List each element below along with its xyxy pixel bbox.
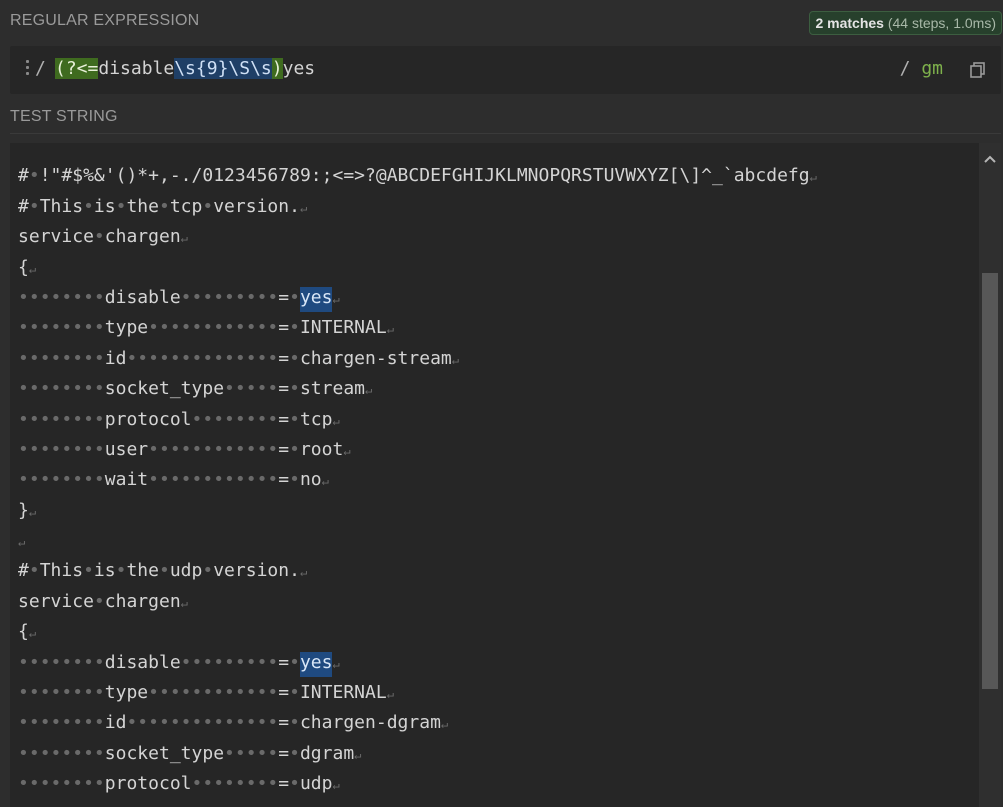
regex-section-title: REGULAR EXPRESSION <box>10 12 200 29</box>
test-string-line: {↵ <box>18 621 37 643</box>
match-info-badge[interactable]: 2 matches (44 steps, 1.0ms) <box>809 11 1002 35</box>
test-string-line: ••••••••id••••••••••••••=•chargen-stream… <box>18 347 459 369</box>
non-whitespace-token: \S <box>228 58 251 79</box>
chevron-up-icon[interactable] <box>984 151 996 163</box>
test-string-line: ••••••••id••••••••••••••=•chargen-dgram↵ <box>18 712 449 734</box>
test-string-lines[interactable]: #•!"#$%&'()*+,-./0123456789:;<=>?@ABCDEF… <box>18 143 971 800</box>
match-highlight: yes <box>299 286 333 312</box>
test-string-line: #•This•is•the•tcp•version.↵ <box>18 195 308 217</box>
test-string-line: ••••••••type••••••••••••=•INTERNAL↵ <box>18 317 394 339</box>
whitespace-token: \s <box>250 58 272 79</box>
match-count: 2 matches <box>815 15 884 31</box>
match-highlight: yes <box>299 651 333 677</box>
regex-flags[interactable]: / gm <box>900 58 943 79</box>
test-string-line: #•!"#$%&'()*+,-./0123456789:;<=>?@ABCDEF… <box>18 165 817 187</box>
test-string-line: ••••••••user••••••••••••=•root↵ <box>18 438 351 460</box>
tail-literal-token: yes <box>282 58 316 79</box>
regex-open-delimiter: / <box>35 58 46 79</box>
test-string-line: ••••••••socket_type•••••=•stream↵ <box>18 378 373 400</box>
test-string-line: ••••••••protocol••••••••=•udp↵ <box>18 773 340 795</box>
test-string-title: TEST STRING <box>10 108 118 125</box>
test-string-line: #•This•is•the•udp•version.↵ <box>18 560 308 582</box>
vertical-dots-icon[interactable] <box>25 60 31 78</box>
clipped-line <box>18 143 971 161</box>
test-string-line: service•chargen↵ <box>18 590 188 612</box>
test-string-line: ••••••••type••••••••••••=•INTERNAL↵ <box>18 682 394 704</box>
test-string-editor[interactable]: #•!"#$%&'()*+,-./0123456789:;<=>?@ABCDEF… <box>10 143 1001 807</box>
test-string-line: ••••••••wait••••••••••••=•no↵ <box>18 469 329 491</box>
test-string-line: ••••••••disable•••••••••=•yes↵ <box>18 283 971 313</box>
whitespace-quantifier-token: \s{9} <box>174 58 229 79</box>
editor-scrollbar[interactable] <box>979 143 1001 807</box>
match-detail: (44 steps, 1.0ms) <box>887 15 996 31</box>
regex-pattern-input[interactable]: (?<=disable\s{9}\S\s)yes <box>55 58 315 79</box>
regex-close-delimiter: / <box>899 58 911 79</box>
test-string-line: service•chargen↵ <box>18 226 188 248</box>
test-string-line: {↵ <box>18 256 37 278</box>
copy-icon[interactable] <box>969 61 987 79</box>
test-string-line: ••••••••disable•••••••••=•yes↵ <box>18 648 971 678</box>
group-close-token: ) <box>271 58 283 79</box>
flags-value[interactable]: gm <box>921 58 943 79</box>
regex-input-bar[interactable]: / (?<=disable\s{9}\S\s)yes / gm <box>10 46 1001 94</box>
section-divider <box>10 133 1001 134</box>
lookbehind-open-token: (?<= <box>55 58 99 79</box>
literal-token: disable <box>98 58 175 79</box>
test-string-line: ↵ <box>18 535 26 550</box>
test-string-line: }↵ <box>18 499 37 521</box>
scrollbar-thumb[interactable] <box>982 273 998 689</box>
test-string-line: ••••••••protocol••••••••=•tcp↵ <box>18 408 340 430</box>
test-string-line: ••••••••socket_type•••••=•dgram↵ <box>18 742 362 764</box>
